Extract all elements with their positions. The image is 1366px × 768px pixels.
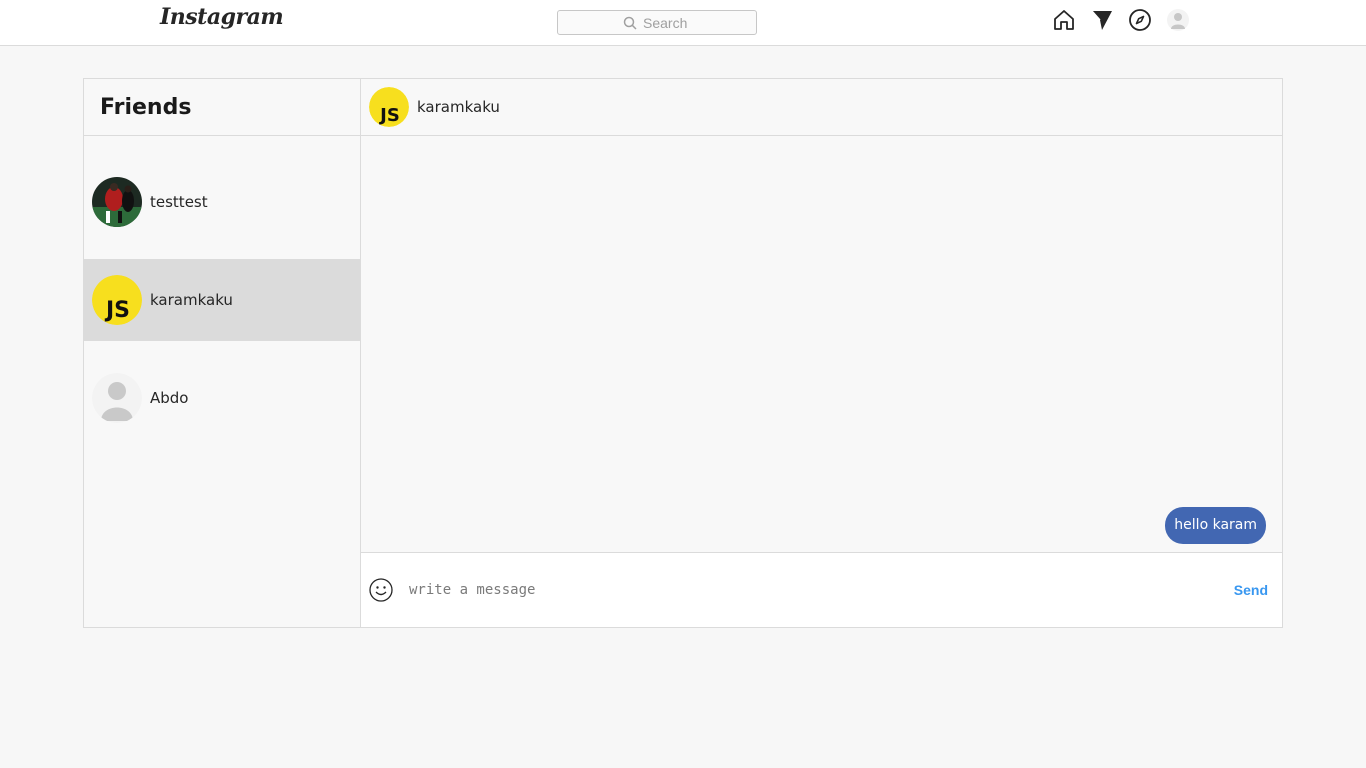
friend-item-abdo[interactable]: Abdo [84, 357, 360, 439]
nav-icons [1052, 8, 1190, 32]
search-input[interactable] [643, 14, 691, 31]
search-box[interactable] [557, 10, 757, 35]
js-logo-avatar[interactable]: JS [369, 87, 409, 127]
svg-text:JS: JS [104, 298, 130, 323]
friend-avatar-photo [92, 177, 142, 227]
chat-contact-name[interactable]: karamkaku [417, 98, 500, 116]
message-composer: Send [361, 552, 1282, 627]
message-input[interactable] [409, 582, 1189, 598]
js-logo-avatar: JS [92, 275, 142, 325]
message-bubble-sent: hello karam [1165, 507, 1266, 544]
direct-send-icon[interactable] [1090, 8, 1114, 32]
home-icon[interactable] [1052, 8, 1076, 32]
friend-name: karamkaku [150, 291, 233, 309]
friend-item-testtest[interactable]: testtest [84, 161, 360, 243]
send-button[interactable]: Send [1234, 582, 1268, 598]
sidebar-title: Friends [100, 94, 192, 120]
default-person-avatar [92, 373, 142, 423]
search-icon [623, 16, 637, 30]
messages-panel: Friends testtest JS karamkaku Abdo JS ka… [83, 78, 1283, 628]
emoji-icon[interactable] [369, 578, 393, 602]
friend-name: testtest [150, 193, 208, 211]
profile-avatar-icon[interactable] [1166, 8, 1190, 32]
svg-text:JS: JS [378, 105, 400, 126]
instagram-logo[interactable]: Instagram [160, 4, 284, 30]
sidebar-header: Friends [84, 79, 360, 136]
chat-header: JS karamkaku [361, 79, 1282, 136]
friend-item-karamkaku[interactable]: JS karamkaku [84, 259, 360, 341]
chat-area: JS karamkaku hello karam Send [361, 79, 1282, 627]
top-navbar: Instagram [0, 0, 1366, 46]
friend-name: Abdo [150, 389, 189, 407]
message-list: hello karam [361, 136, 1282, 552]
explore-compass-icon[interactable] [1128, 8, 1152, 32]
friends-sidebar: Friends testtest JS karamkaku Abdo [84, 79, 361, 627]
